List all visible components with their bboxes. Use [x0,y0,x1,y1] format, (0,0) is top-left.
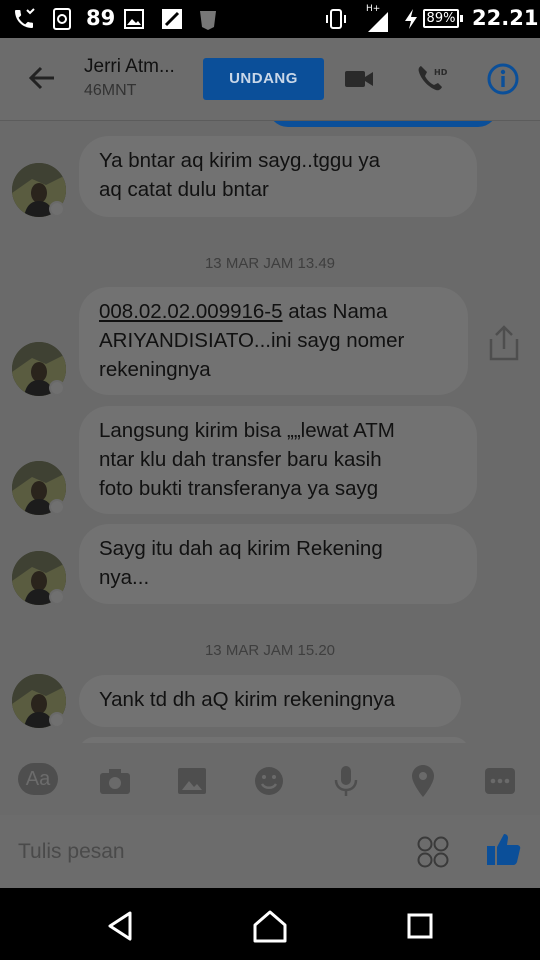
vibrate-icon [326,9,346,29]
messenger-badge-icon [49,499,65,515]
nav-recents-icon[interactable] [400,906,440,946]
battery-indicator: 89% [423,9,463,28]
info-icon[interactable] [486,62,520,96]
shield-notification-icon [200,11,216,30]
timestamp: 13 MAR JAM 15.20 [204,642,336,659]
nav-home-icon[interactable] [250,906,290,946]
video-camera-icon[interactable] [342,62,376,96]
app-notification-icon [53,8,71,30]
status-bar: 89 H+ 89% 22.21 [0,0,540,38]
messenger-badge-icon [49,201,65,217]
message-bubble[interactable]: Yank td dh aQ kirim rekeningnya [79,675,461,727]
nav-back-icon[interactable] [100,906,140,946]
messenger-badge-icon [49,712,65,728]
charging-icon [405,9,417,29]
share-icon[interactable] [486,323,522,363]
invite-button[interactable]: UNDANG [203,58,324,100]
more-icon[interactable] [482,763,518,799]
location-icon[interactable] [405,763,441,799]
android-navigation-bar [0,888,540,960]
emoji-icon[interactable] [251,763,287,799]
camera-icon[interactable] [97,763,133,799]
outgoing-bubble-partial [268,121,498,127]
contact-name[interactable]: Jerri Atm... [84,56,175,78]
text-format-button[interactable]: Aa [18,763,58,795]
messenger-badge-icon [49,589,65,605]
tool-notification-icon [162,9,182,29]
hd-phone-icon[interactable]: HD [414,62,448,96]
message-thread[interactable]: Ya bntar aq kirim sayg..tggu ya aq catat… [0,121,540,743]
clock: 22.21 [472,6,539,30]
contact-last-active: 46MNT [84,82,137,99]
message-input[interactable] [18,837,398,867]
missed-call-icon [15,8,35,28]
conversation-header: Jerri Atm... 46MNT UNDANG HD [0,38,540,121]
svg-text:HD: HD [434,68,448,77]
back-arrow-icon[interactable] [26,62,58,94]
composer [0,815,540,888]
message-bubble[interactable]: Sayg itu dah aq kirim Rekening nya... [79,524,477,604]
image-icon[interactable] [174,763,210,799]
thumbs-up-icon[interactable] [484,829,524,869]
composer-toolbar: Aa [0,743,540,815]
sticker-icon[interactable] [416,835,450,869]
battery-percent: 89% [426,11,456,26]
messenger-badge-icon [49,380,65,396]
timestamp: 13 MAR JAM 13.49 [204,255,336,272]
message-bubble[interactable]: Langsung kirim bisa „„lewat ATM ntar klu… [79,406,477,514]
messenger-screen: 89 H+ 89% 22.21 Jerri Atm... 46MNT UNDAN… [0,0,540,960]
notification-count: 89 [86,6,116,30]
microphone-icon[interactable] [328,763,364,799]
message-bubble[interactable]: Ya bntar aq kirim sayg..tggu ya aq catat… [79,136,477,217]
gallery-notification-icon [124,9,144,29]
account-number-link[interactable]: 008.02.02.009916-5 [99,300,283,323]
signal-icon [368,12,388,32]
message-bubble[interactable]: 008.02.02.009916-5 atas Nama ARIYANDISIA… [79,287,468,395]
